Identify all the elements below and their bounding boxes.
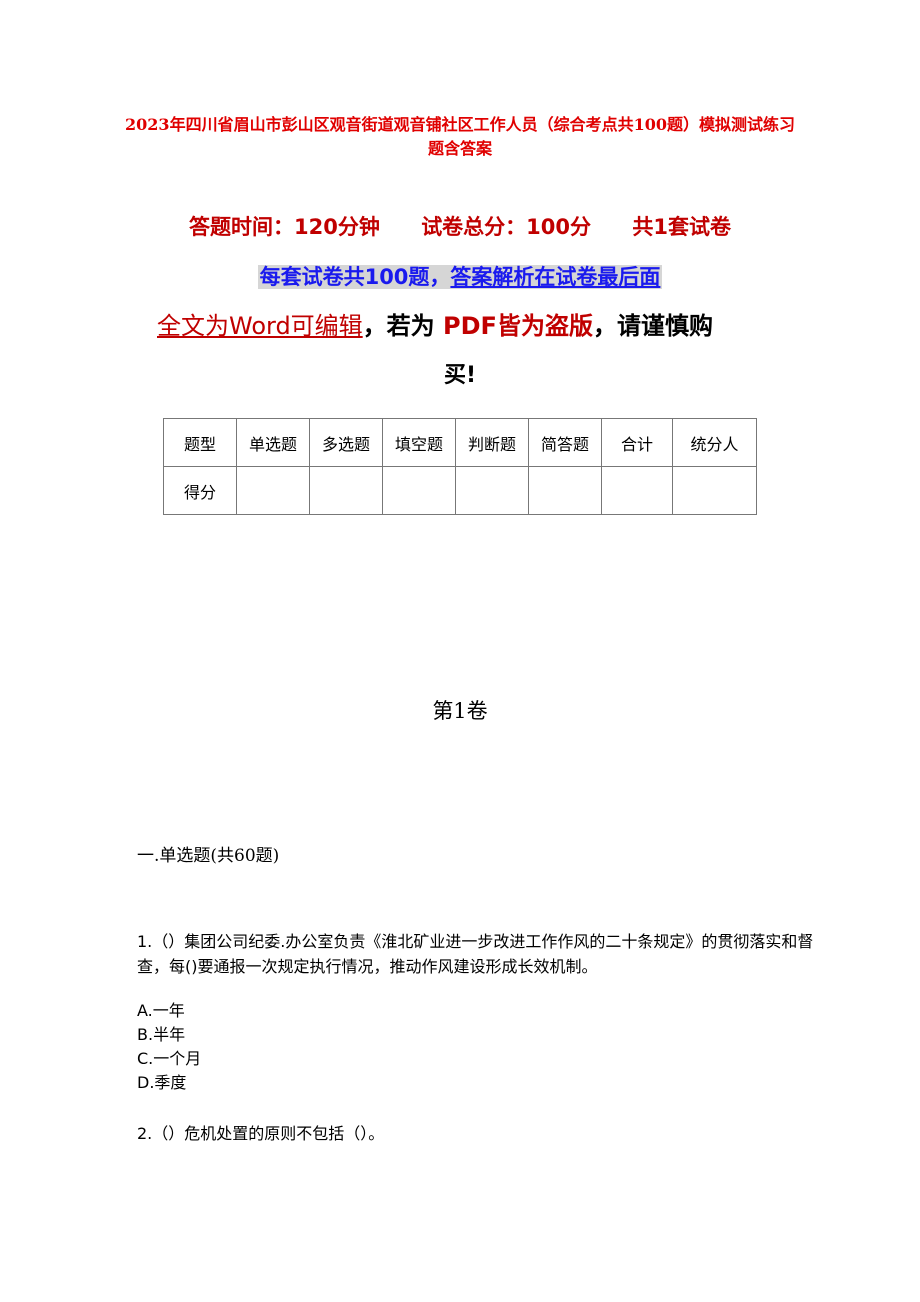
- question-2: 2.（）危机处置的原则不包括（）。: [137, 1124, 385, 1143]
- question-1-option-b: B.半年: [137, 1025, 186, 1044]
- header-cell: 题型: [163, 418, 237, 467]
- header-cell: 填空题: [382, 418, 456, 467]
- editable-caution-end: 买!: [443, 363, 477, 388]
- exam-total-score: 试卷总分：100分: [421, 215, 592, 239]
- question-1-option-d: D.季度: [137, 1073, 187, 1092]
- notice-highlight: 每套试卷共100题，答案解析在试卷最后面: [257, 265, 663, 289]
- exam-sets: 共1套试卷: [632, 215, 731, 239]
- score-cell[interactable]: [309, 466, 383, 515]
- section-heading: 一.单选题(共60题): [137, 846, 280, 866]
- question-1-option-a: A.一年: [137, 1001, 185, 1020]
- score-table-score-row: 得分: [163, 466, 757, 515]
- score-cell[interactable]: [528, 466, 602, 515]
- notice-part2: 答案解析在试卷最后面: [450, 265, 661, 289]
- editable-comma: ，若为: [362, 312, 444, 340]
- header-cell: 判断题: [455, 418, 529, 467]
- score-cell[interactable]: [382, 466, 456, 515]
- editable-word: 全文为Word可编辑: [157, 312, 363, 340]
- question-1: 1.（）集团公司纪委.办公室负责《淮北矿业进一步改进工作作风的二十条规定》的贯彻…: [137, 932, 814, 976]
- notice-part1: 每套试卷共100题，: [259, 265, 451, 289]
- score-cell[interactable]: [601, 466, 673, 515]
- header-cell: 统分人: [672, 418, 757, 467]
- score-cell[interactable]: [236, 466, 310, 515]
- header-cell: 多选题: [309, 418, 383, 467]
- notice-line: 每套试卷共100题，答案解析在试卷最后面: [0, 262, 920, 292]
- exam-time: 答题时间：120分钟: [189, 215, 380, 239]
- score-table: 题型 单选题 多选题 填空题 判断题 简答题 合计 统分人 得分: [163, 418, 757, 515]
- editable-pdf: PDF皆为盗版: [443, 312, 593, 340]
- question-1-option-c: C.一个月: [137, 1049, 202, 1068]
- exam-info: 答题时间：120分钟 试卷总分：100分 共1套试卷: [0, 212, 920, 242]
- row-label: 得分: [163, 466, 237, 515]
- header-cell: 简答题: [528, 418, 602, 467]
- document-title: 2023年四川省眉山市彭山区观音街道观音铺社区工作人员（综合考点共100题）模拟…: [125, 115, 795, 158]
- editable-notice: 全文为Word可编辑，若为 PDF皆为盗版，请谨慎购: [157, 309, 777, 343]
- score-cell[interactable]: [455, 466, 529, 515]
- volume-heading: 第1卷: [432, 699, 488, 723]
- score-cell[interactable]: [672, 466, 757, 515]
- score-table-header-row: 题型 单选题 多选题 填空题 判断题 简答题 合计 统分人: [163, 418, 757, 467]
- editable-caution: ，请谨慎购: [592, 312, 713, 340]
- header-cell: 单选题: [236, 418, 310, 467]
- header-cell: 合计: [601, 418, 673, 467]
